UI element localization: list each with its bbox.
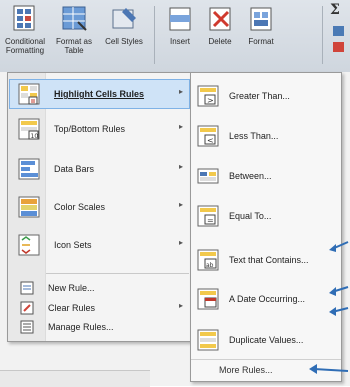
manage-rules-icon: [20, 320, 34, 334]
more-rules-label: More Rules...: [219, 365, 273, 375]
greater-than-icon: >: [197, 85, 219, 107]
submenu-arrow-icon: ▸: [178, 162, 183, 171]
annotation-arrow-icon: [309, 364, 349, 374]
highlight-cells-icon: [18, 83, 40, 105]
ribbon: Conditional Formatting Format as Table C…: [0, 0, 350, 73]
menu-item-label: Highlight Cells Rules: [54, 89, 145, 99]
submenu-arrow-icon: ▸: [178, 87, 183, 96]
menu-item-new-rule[interactable]: New Rule...: [10, 278, 189, 298]
top-bottom-icon: 10: [18, 118, 40, 140]
format-label: Format: [248, 37, 274, 46]
submenu-arrow-icon: ▸: [178, 238, 183, 247]
submenu-item-label: Duplicate Values...: [229, 335, 304, 345]
less-than-icon: <: [197, 125, 219, 147]
submenu-item-less-than[interactable]: < Less Than...: [191, 121, 341, 151]
delete-label: Delete: [208, 37, 232, 46]
menu-item-label: Manage Rules...: [48, 322, 114, 332]
menu-item-manage-rules[interactable]: Manage Rules...: [10, 317, 189, 337]
svg-text:10: 10: [31, 133, 39, 140]
menu-separator: [46, 273, 189, 274]
menu-item-color-scales[interactable]: Color Scales ▸: [10, 193, 189, 221]
svg-text:=: =: [207, 216, 214, 225]
svg-text:>: >: [207, 96, 214, 105]
menu-item-label: Data Bars: [54, 164, 95, 174]
fill-icon[interactable]: [333, 26, 344, 36]
menu-item-icon-sets[interactable]: Icon Sets ▸: [10, 231, 189, 259]
equal-to-icon: =: [197, 205, 219, 227]
format-as-table-label: Format as Table: [55, 37, 92, 55]
icon-sets-icon: [18, 234, 40, 256]
menu-item-label: Top/Bottom Rules: [54, 124, 126, 134]
menu-item-clear-rules[interactable]: Clear Rules ▸: [10, 298, 189, 318]
annotation-arrow-icon: [329, 307, 349, 316]
delete-button[interactable]: Delete: [200, 2, 240, 68]
submenu-item-label: Equal To...: [229, 211, 272, 221]
format-cells-icon: [250, 7, 272, 31]
insert-cells-icon: [169, 7, 191, 31]
svg-text:<: <: [207, 136, 214, 145]
conditional-formatting-menu: Highlight Cells Rules ▸ 10 Top/Bottom Ru…: [7, 72, 192, 342]
menu-item-label: New Rule...: [48, 283, 95, 293]
submenu-item-label: Less Than...: [229, 131, 279, 141]
menu-item-label: Clear Rules: [48, 303, 96, 313]
menu-item-data-bars[interactable]: Data Bars ▸: [10, 155, 189, 183]
format-button[interactable]: Format: [240, 2, 282, 68]
autosum-icon[interactable]: Σ: [330, 2, 340, 18]
duplicate-values-icon: [197, 329, 219, 351]
annotation-arrow-icon: [329, 241, 349, 252]
submenu-item-label: Text that Contains...: [229, 255, 309, 265]
clear-icon[interactable]: [333, 42, 344, 52]
cell-styles-label: Cell Styles: [105, 37, 143, 46]
submenu-arrow-icon: ▸: [178, 122, 183, 131]
submenu-item-greater-than[interactable]: > Greater Than...: [191, 81, 341, 111]
submenu-item-label: Greater Than...: [229, 91, 290, 101]
conditional-formatting-button[interactable]: Conditional Formatting: [2, 2, 48, 68]
submenu-item-text-contains[interactable]: ab Text that Contains...: [191, 245, 341, 275]
conditional-formatting-icon: [13, 5, 35, 31]
format-as-table-icon: [62, 6, 87, 31]
data-bars-icon: [18, 158, 40, 180]
cell-styles-button[interactable]: Cell Styles: [102, 2, 146, 68]
menu-item-highlight-cells-rules[interactable]: Highlight Cells Rules ▸: [9, 79, 190, 109]
text-contains-icon: ab: [197, 249, 219, 271]
submenu-arrow-icon: ▸: [178, 200, 183, 209]
insert-label: Insert: [169, 37, 190, 46]
annotation-arrow-icon: [329, 286, 349, 296]
date-occurring-icon: [197, 288, 219, 310]
menu-item-label: Icon Sets: [54, 240, 92, 250]
clear-rules-icon: [20, 301, 34, 315]
submenu-item-date-occurring[interactable]: A Date Occurring...: [191, 284, 341, 314]
ribbon-separator: [154, 6, 155, 64]
submenu-item-equal-to[interactable]: = Equal To...: [191, 201, 341, 231]
submenu-item-between[interactable]: Between...: [191, 161, 341, 191]
submenu-item-label: Between...: [229, 171, 272, 181]
conditional-formatting-label: Conditional Formatting: [4, 37, 46, 55]
format-as-table-button[interactable]: Format as Table: [50, 2, 98, 68]
new-rule-icon: [20, 281, 34, 295]
sheet-tabs-area: [0, 370, 150, 387]
insert-button[interactable]: Insert: [160, 2, 200, 68]
submenu-item-label: A Date Occurring...: [229, 294, 306, 304]
submenu-arrow-icon: ▸: [178, 301, 183, 310]
menu-item-label: Color Scales: [54, 202, 106, 212]
delete-cells-icon: [209, 7, 231, 31]
cell-styles-icon: [112, 8, 136, 29]
svg-text:ab: ab: [206, 262, 214, 269]
ribbon-separator: [322, 6, 323, 64]
between-icon: [197, 168, 219, 184]
menu-item-top-bottom-rules[interactable]: 10 Top/Bottom Rules ▸: [10, 115, 189, 143]
color-scales-icon: [18, 196, 40, 218]
highlight-cells-submenu: > Greater Than... < Less Than... Between…: [190, 72, 342, 382]
submenu-item-duplicate-values[interactable]: Duplicate Values...: [191, 325, 341, 355]
